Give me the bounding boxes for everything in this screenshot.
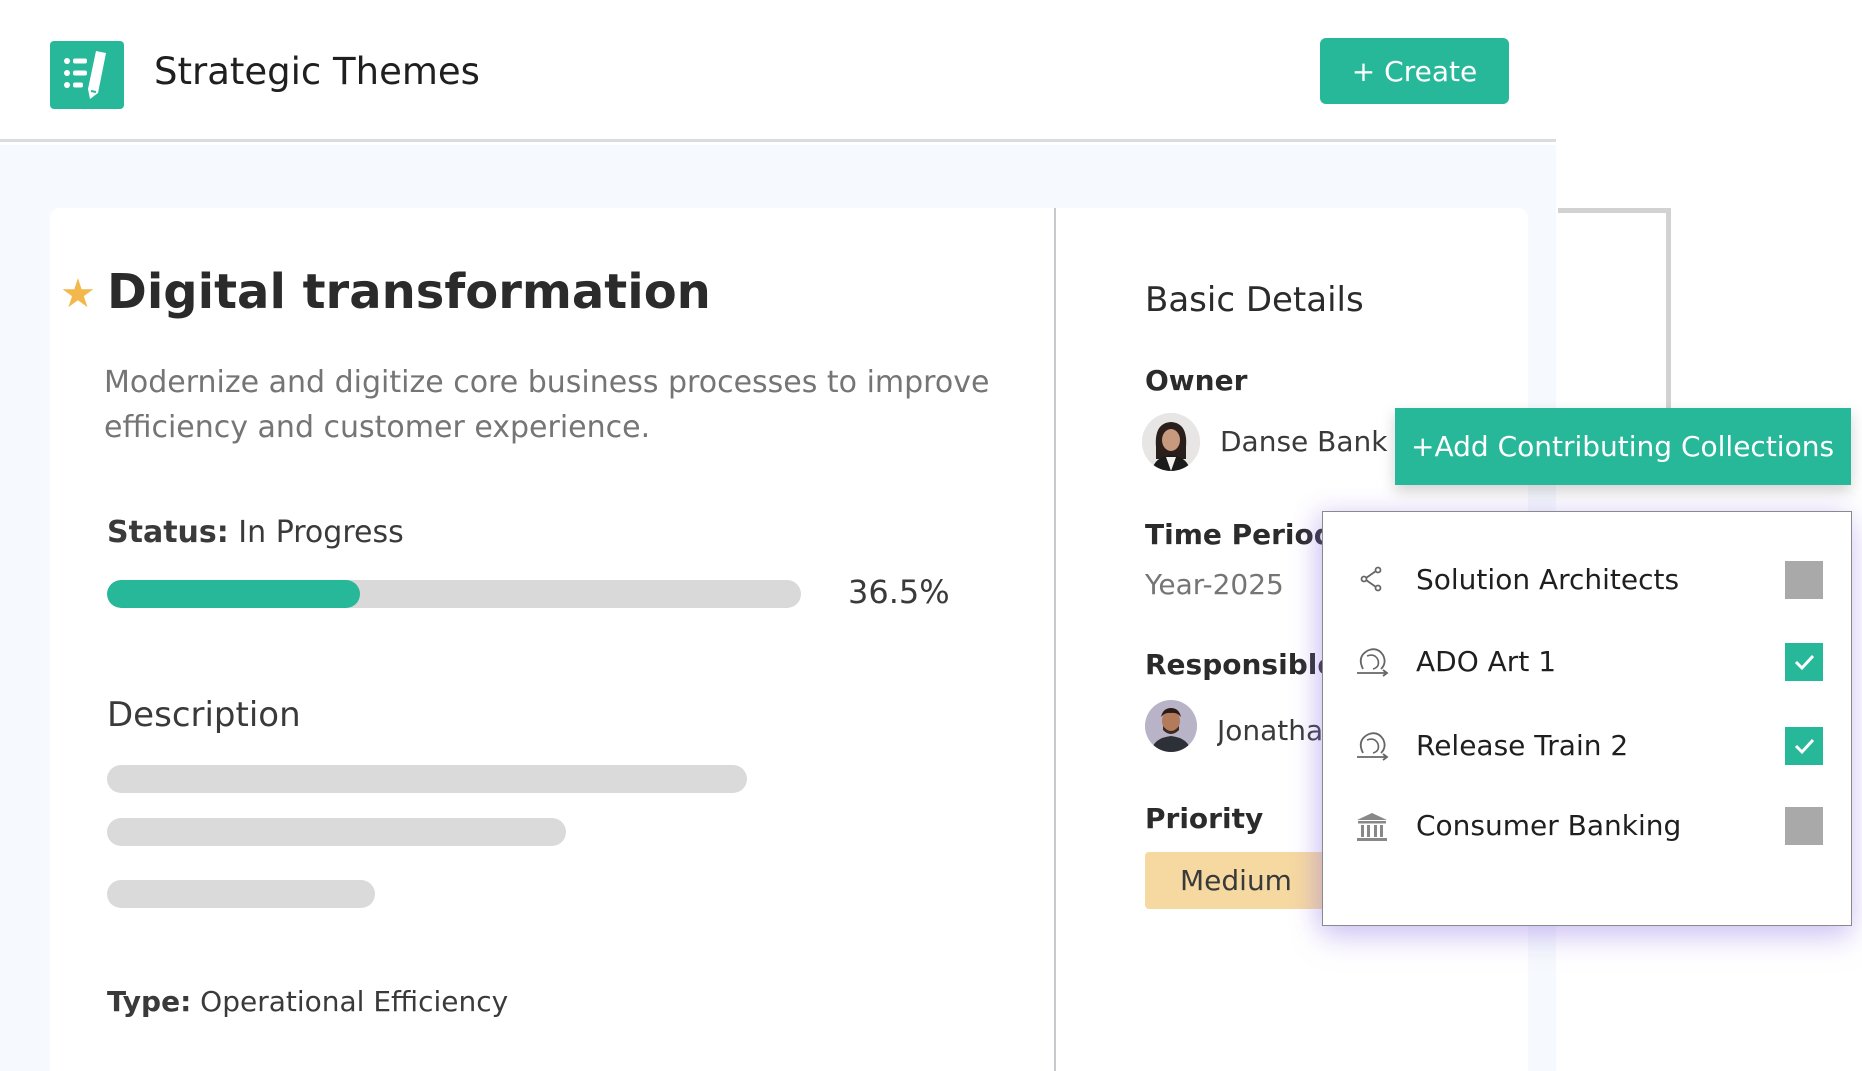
status-line: Status: In Progress [107,515,404,550]
description-heading: Description [107,695,301,735]
collection-label: ADO Art 1 [1416,645,1557,678]
priority-value: Medium [1180,864,1292,897]
collection-label: Release Train 2 [1416,729,1629,762]
status-value: In Progress [238,515,404,550]
theme-title: Digital transformation [107,264,711,320]
bank-icon [1357,813,1387,841]
basic-details-heading: Basic Details [1145,280,1364,320]
description-placeholder-line [107,818,566,846]
create-button[interactable]: + Create [1320,38,1509,104]
card-divider [1054,208,1056,1071]
star-icon[interactable]: ★ [60,274,96,314]
description-placeholder-line [107,880,375,908]
share-icon [1360,566,1382,592]
edit-list-icon [50,41,124,109]
priority-label: Priority [1145,802,1264,835]
responsible-avatar[interactable] [1145,700,1197,752]
add-contributing-collections-button[interactable]: +Add Contributing Collections [1395,408,1851,485]
page-title: Strategic Themes [154,50,480,93]
collection-checkbox[interactable] [1785,727,1823,765]
collection-checkbox[interactable] [1785,643,1823,681]
owner-label: Owner [1145,364,1248,397]
responsible-name: Jonatha [1217,714,1322,747]
check-icon [1794,738,1815,755]
collection-item-solution-architects[interactable]: Solution Architects [1323,545,1853,615]
time-period-label: Time Period [1145,518,1334,551]
priority-badge: Medium [1145,852,1335,909]
status-label: Status: [107,515,229,550]
collection-item-consumer-banking[interactable]: Consumer Banking [1323,791,1853,861]
description-placeholder-line [107,765,747,793]
owner-name: Danse Bank [1220,425,1388,458]
progress-bar [107,580,801,608]
collection-label: Consumer Banking [1416,809,1682,842]
collection-checkbox[interactable] [1785,807,1823,845]
responsible-label: Responsible [1145,648,1337,681]
collection-label: Solution Architects [1416,563,1680,596]
progress-fill [107,580,361,608]
type-line: Type: Operational Efficiency [107,985,508,1018]
collection-item-ado-art-1[interactable]: ADO Art 1 [1323,627,1853,697]
type-label: Type: [107,985,192,1018]
theme-summary: Modernize and digitize core business pro… [104,365,990,445]
collection-item-release-train-2[interactable]: Release Train 2 [1323,711,1853,781]
collection-checkbox[interactable] [1785,561,1823,599]
cycle-icon [1357,648,1389,677]
cycle-icon [1357,732,1389,761]
progress-value: 36.5% [848,573,950,611]
check-icon [1794,654,1815,671]
time-period-value: Year-2025 [1145,568,1284,601]
collections-dropdown: Solution Architects ADO Art 1 Release Tr… [1322,511,1852,926]
type-value: Operational Efficiency [200,985,509,1018]
app-header: Strategic Themes + Create [0,0,1556,142]
owner-avatar[interactable] [1142,413,1200,471]
theme-card [50,208,1528,1071]
connector-line [1558,208,1671,408]
